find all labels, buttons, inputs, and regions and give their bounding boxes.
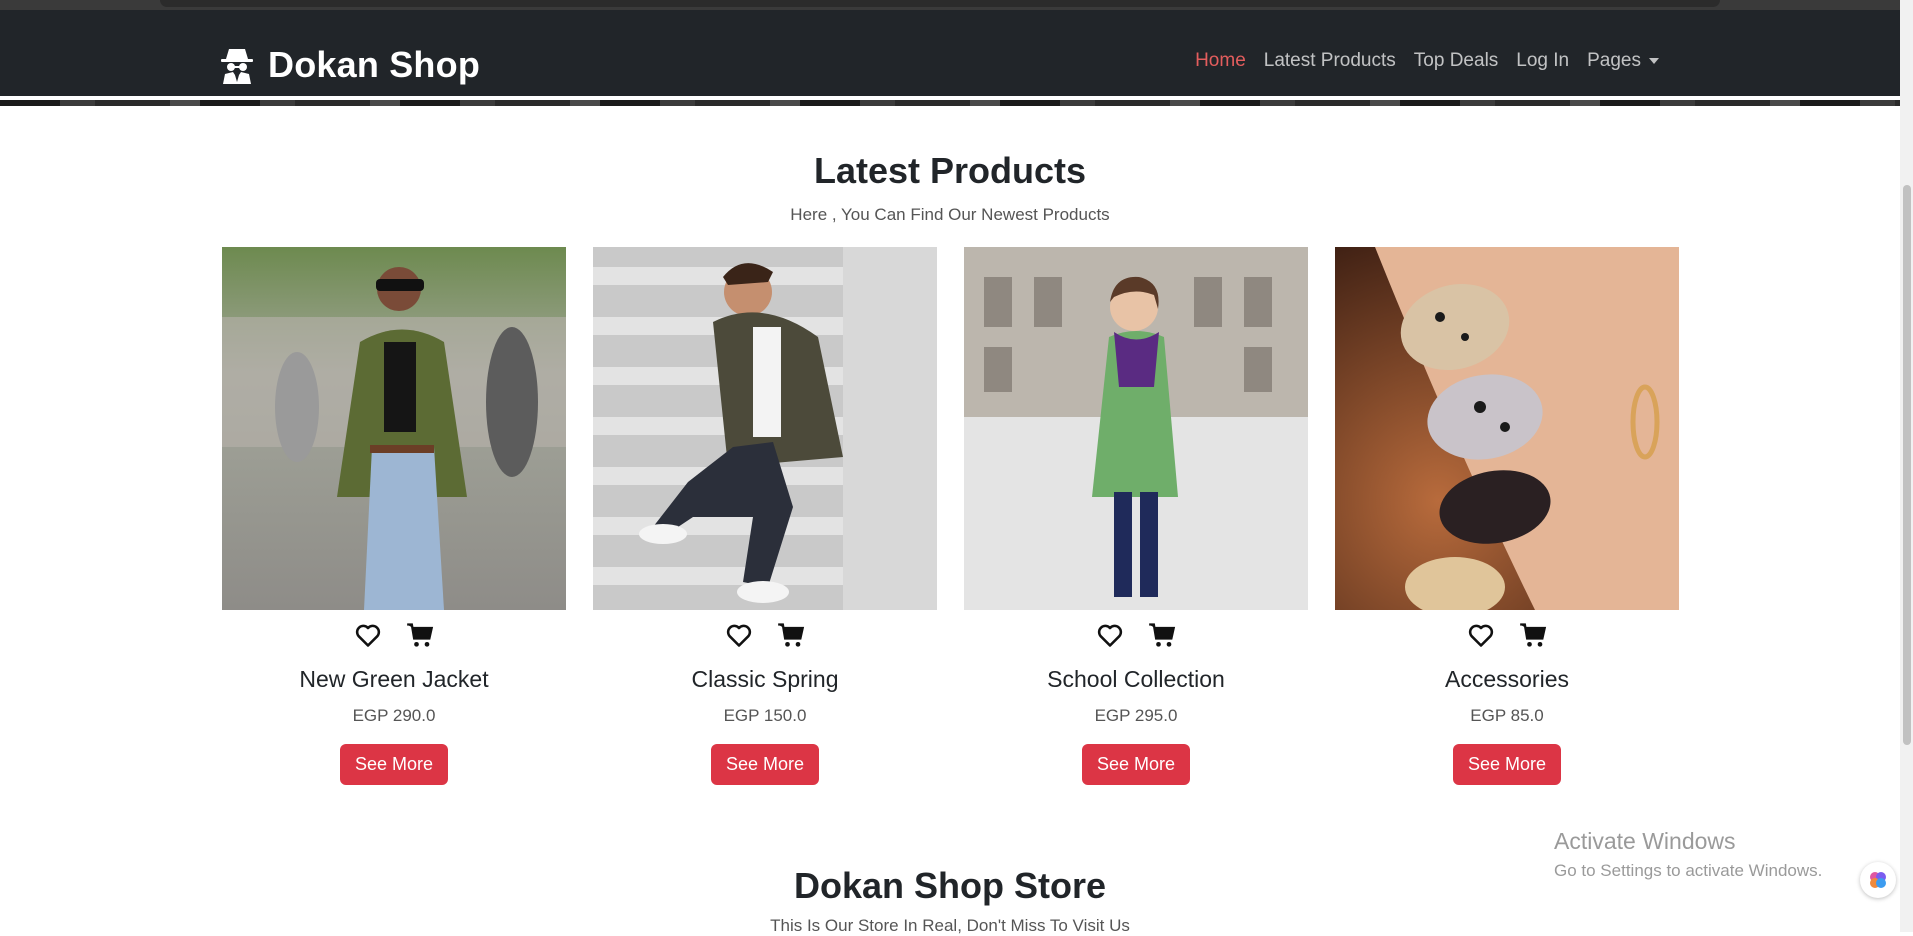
product-name: New Green Jacket <box>299 666 489 692</box>
navbar: Dokan Shop Home Latest Products Top Deal… <box>0 10 1900 106</box>
cart-icon[interactable] <box>1148 621 1176 649</box>
caret-down-icon <box>1649 57 1659 64</box>
latest-products-title: Latest Products <box>813 150 1087 191</box>
heart-icon[interactable] <box>354 621 382 649</box>
product-card: New Green Jacket EGP 290.0 See More <box>222 247 566 785</box>
card-actions <box>593 618 937 652</box>
card-actions <box>1335 618 1679 652</box>
hero-image-strip <box>0 100 1900 106</box>
spy-icon <box>221 49 253 84</box>
see-more-button[interactable]: See More <box>339 744 449 785</box>
card-actions <box>222 618 566 652</box>
product-price: EGP 85.0 <box>1470 706 1544 725</box>
product-price: EGP 290.0 <box>352 706 436 725</box>
see-more-button[interactable]: See More <box>710 744 820 785</box>
product-image-green-jacket[interactable] <box>222 247 566 610</box>
brand-name: Dokan Shop <box>268 44 481 85</box>
browser-top-strip <box>0 0 1913 10</box>
cart-icon[interactable] <box>777 621 805 649</box>
card-actions <box>964 618 1308 652</box>
product-price: EGP 150.0 <box>723 706 807 725</box>
product-price: EGP 295.0 <box>1094 706 1178 725</box>
product-name: School Collection <box>1047 666 1225 692</box>
cart-icon[interactable] <box>406 621 434 649</box>
watermark-title: Activate Windows <box>1554 828 1736 854</box>
product-card: Classic Spring EGP 150.0 See More <box>593 247 937 785</box>
heart-icon[interactable] <box>1467 621 1495 649</box>
nav-top-deals[interactable]: Top Deals <box>1414 50 1499 72</box>
product-image-classic-spring[interactable] <box>593 247 937 610</box>
product-name: Classic Spring <box>691 666 839 692</box>
see-more-button[interactable]: See More <box>1452 744 1562 785</box>
windows-activation-watermark: Activate Windows Go to Settings to activ… <box>1554 828 1822 881</box>
watermark-subtitle: Go to Settings to activate Windows. <box>1554 861 1823 880</box>
nav-home[interactable]: Home <box>1195 50 1246 72</box>
store-section-subtitle: This Is Our Store In Real, Don't Miss To… <box>770 916 1130 935</box>
page-scrollbar[interactable] <box>1900 0 1913 932</box>
product-image-accessories[interactable] <box>1335 247 1679 610</box>
product-image-school-collection[interactable] <box>964 247 1308 610</box>
heart-icon[interactable] <box>1096 621 1124 649</box>
nav-latest-products[interactable]: Latest Products <box>1264 50 1396 72</box>
brain-icon <box>1870 872 1886 888</box>
heart-icon[interactable] <box>725 621 753 649</box>
nav-log-in[interactable]: Log In <box>1516 50 1569 72</box>
product-card: Accessories EGP 85.0 See More <box>1335 247 1679 785</box>
product-name: Accessories <box>1445 666 1569 692</box>
scrollbar-thumb[interactable] <box>1903 185 1911 745</box>
brand[interactable]: Dokan Shop <box>220 44 480 86</box>
nav-links: Home Latest Products Top Deals Log In Pa… <box>1195 50 1659 72</box>
nav-pages-dropdown[interactable]: Pages <box>1587 50 1659 72</box>
latest-products-subtitle: Here , You Can Find Our Newest Products <box>790 205 1110 224</box>
browser-top-bar <box>160 0 1720 7</box>
see-more-button[interactable]: See More <box>1081 744 1191 785</box>
product-card: School Collection EGP 295.0 See More <box>964 247 1308 785</box>
cart-icon[interactable] <box>1519 621 1547 649</box>
extension-button[interactable] <box>1860 862 1896 898</box>
nav-pages-label: Pages <box>1587 50 1641 71</box>
